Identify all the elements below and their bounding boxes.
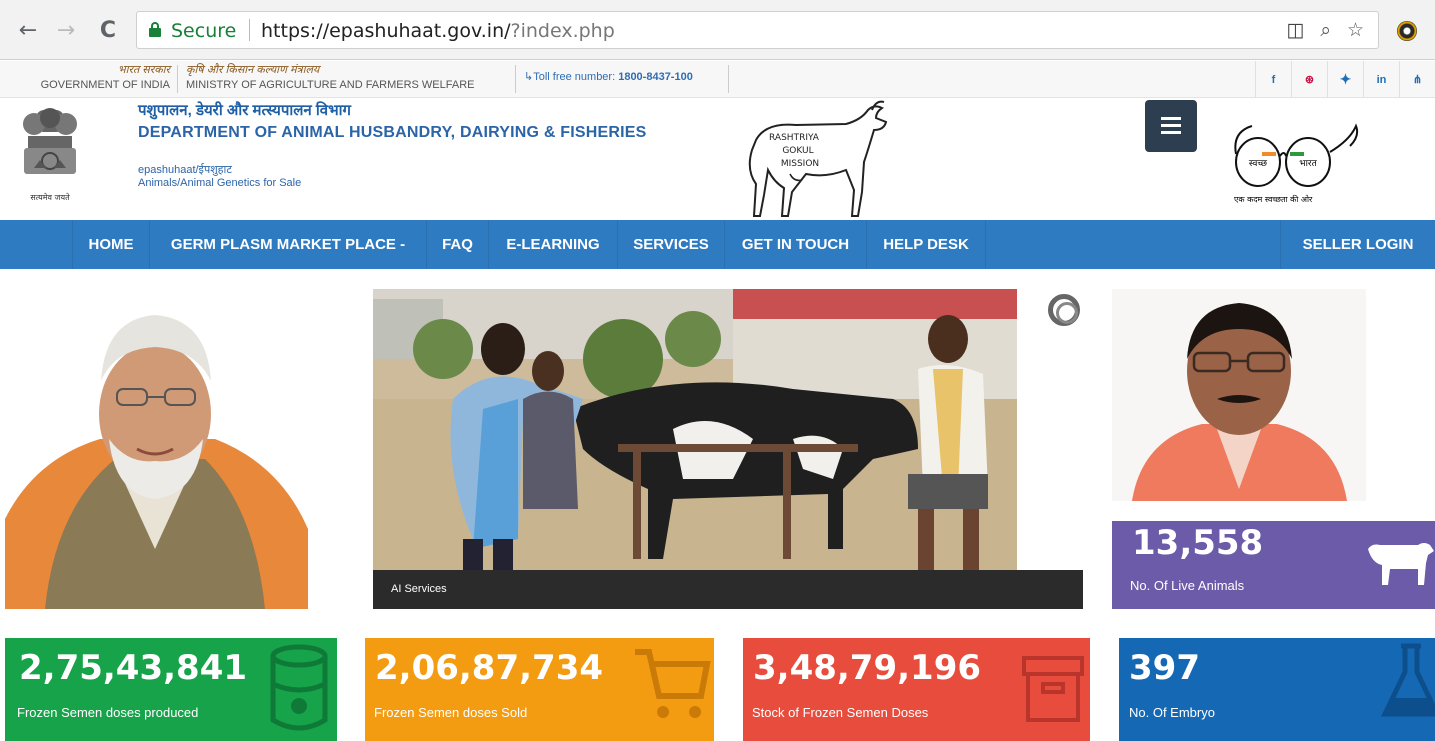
address-bar[interactable]: Secure https://epashuhaat.gov.in/?index.… xyxy=(136,11,1379,49)
bookmark-star-icon[interactable]: ☆ xyxy=(1347,19,1364,41)
divider xyxy=(177,65,178,93)
semen-stock-label: Stock of Frozen Semen Doses xyxy=(752,705,929,720)
phone-icon: ↳ xyxy=(524,71,534,83)
forward-arrow-icon[interactable]: → xyxy=(52,17,80,45)
government-strip: भारत सरकार GOVERNMENT OF INDIA कृषि और क… xyxy=(0,61,1435,98)
nav-faq[interactable]: FAQ xyxy=(426,220,488,269)
slide-caption: AI Services xyxy=(373,570,1083,609)
site-name: epashuhaat/ईपशुहाट xyxy=(138,164,232,176)
dribbble-icon[interactable]: ⊛ xyxy=(1291,61,1327,98)
live-animals-value: 13,558 xyxy=(1132,523,1264,563)
rashtriya-gokul-mission-logo[interactable]: RASHTRIYA GOKUL MISSION xyxy=(736,100,892,220)
semen-stock-value: 3,48,79,196 xyxy=(753,648,982,688)
live-animals-label: No. Of Live Animals xyxy=(1130,578,1245,593)
semen-produced-counter[interactable]: 2,75,43,841 Frozen Semen doses produced xyxy=(5,638,337,741)
emblem-motto: सत्यमेव जयते xyxy=(30,192,70,202)
sitemap-icon[interactable]: ⋔ xyxy=(1399,61,1435,98)
url-text[interactable]: https://epashuhaat.gov.in/?index.php xyxy=(261,20,615,42)
nav-get-in-touch[interactable]: GET IN TOUCH xyxy=(724,220,866,269)
ai-services-slide-image[interactable] xyxy=(373,289,1017,609)
nav-home[interactable]: HOME xyxy=(72,220,149,269)
toll-number: 1800-8437-100 xyxy=(618,71,693,83)
ministry-link[interactable]: कृषि और किसान कल्याण मंत्रालय MINISTRY O… xyxy=(186,63,475,93)
hamburger-menu-button[interactable] xyxy=(1145,100,1197,152)
toll-label: Toll free number: xyxy=(533,71,619,83)
semen-produced-value: 2,75,43,841 xyxy=(19,648,248,688)
cow-icon xyxy=(1368,543,1434,585)
back-arrow-icon[interactable]: ← xyxy=(14,17,42,45)
facebook-icon[interactable]: f xyxy=(1255,61,1291,98)
swachh-left-text: स्वच्छ xyxy=(1249,159,1268,169)
divider xyxy=(728,65,729,93)
embryo-counter[interactable]: 397 No. Of Embryo xyxy=(1119,638,1435,741)
divider xyxy=(515,65,516,93)
canister-icon xyxy=(270,644,328,731)
gokul-line1: RASHTRIYA xyxy=(769,133,820,143)
semen-sold-label: Frozen Semen doses Sold xyxy=(374,705,528,720)
url-host: https://epashuhaat.gov.in/ xyxy=(261,20,511,42)
archive-box-icon xyxy=(1022,656,1084,722)
reload-icon[interactable]: C xyxy=(94,17,122,45)
gokul-line3: MISSION xyxy=(781,159,819,169)
semen-produced-label: Frozen Semen doses produced xyxy=(17,705,199,720)
nav-e-learning[interactable]: E-LEARNING xyxy=(488,220,617,269)
live-animals-counter[interactable]: 13,558 No. Of Live Animals xyxy=(1112,521,1435,609)
nav-help-desk[interactable]: HELP DESK xyxy=(866,220,986,269)
slider-loading-icon xyxy=(1048,294,1080,326)
embryo-label: No. Of Embryo xyxy=(1129,705,1215,720)
dept-english: DEPARTMENT OF ANIMAL HUSBANDRY, DAIRYING… xyxy=(138,124,647,141)
zoom-icon[interactable]: ⌕ xyxy=(1320,19,1331,41)
seller-login-button[interactable]: SELLER LOGIN xyxy=(1280,220,1435,269)
profile-extension-icon[interactable] xyxy=(1397,21,1417,41)
browser-toolbar: ← → C Secure https://epashuhaat.gov.in/?… xyxy=(0,0,1435,60)
department-title[interactable]: पशुपालन, डेयरी और मत्स्यपालन विभाग DEPAR… xyxy=(138,100,647,190)
semen-sold-counter[interactable]: 2,06,87,734 Frozen Semen doses Sold xyxy=(365,638,714,741)
swachh-right-text: भारत xyxy=(1299,159,1317,169)
main-navigation: HOME GERM PLASM MARKET PLACE - FAQ E-LEA… xyxy=(0,220,1435,269)
swachh-tagline: एक कदम स्वच्छता की ओर xyxy=(1234,194,1313,204)
shopping-cart-icon xyxy=(635,649,711,718)
semen-stock-counter[interactable]: 3,48,79,196 Stock of Frozen Semen Doses xyxy=(743,638,1090,741)
ministry-hindi: कृषि और किसान कल्याण मंत्रालय xyxy=(186,64,320,76)
flask-icon xyxy=(1381,643,1435,717)
government-of-india[interactable]: भारत सरकार GOVERNMENT OF INDIA xyxy=(28,63,170,93)
embryo-value: 397 xyxy=(1129,648,1200,688)
prime-minister-photo xyxy=(5,289,308,609)
twitter-icon[interactable]: ✦ xyxy=(1327,61,1363,98)
toll-free-number: ↳Toll free number: 1800-8437-100 xyxy=(524,70,693,83)
nav-germ-plasm-market-place[interactable]: GERM PLASM MARKET PLACE - xyxy=(149,220,426,269)
gov-english: GOVERNMENT OF INDIA xyxy=(40,79,170,91)
dept-hindi: पशुपालन, डेयरी और मत्स्यपालन विभाग xyxy=(138,102,351,119)
extension-shield-icon[interactable]: ◫ xyxy=(1286,19,1304,41)
gokul-line2: GOKUL xyxy=(782,146,813,156)
social-links: f ⊛ ✦ in ⋔ xyxy=(1255,61,1435,98)
nav-services[interactable]: SERVICES xyxy=(617,220,724,269)
linkedin-icon[interactable]: in xyxy=(1363,61,1399,98)
url-path: ?index.php xyxy=(510,20,615,42)
national-emblem-icon: सत्यमेव जयते xyxy=(23,108,77,202)
ministry-english: MINISTRY OF AGRICULTURE AND FARMERS WELF… xyxy=(186,79,475,91)
semen-sold-value: 2,06,87,734 xyxy=(375,648,604,688)
swachh-bharat-logo: स्वच्छ भारत एक कदम स्वच्छता की ओर xyxy=(1234,123,1359,204)
secure-label: Secure xyxy=(171,20,237,42)
lock-icon xyxy=(149,22,161,37)
gov-hindi: भारत सरकार xyxy=(117,64,170,76)
site-tagline: Animals/Animal Genetics for Sale xyxy=(138,177,302,189)
minister-photo xyxy=(1112,289,1366,501)
address-separator xyxy=(249,19,250,41)
